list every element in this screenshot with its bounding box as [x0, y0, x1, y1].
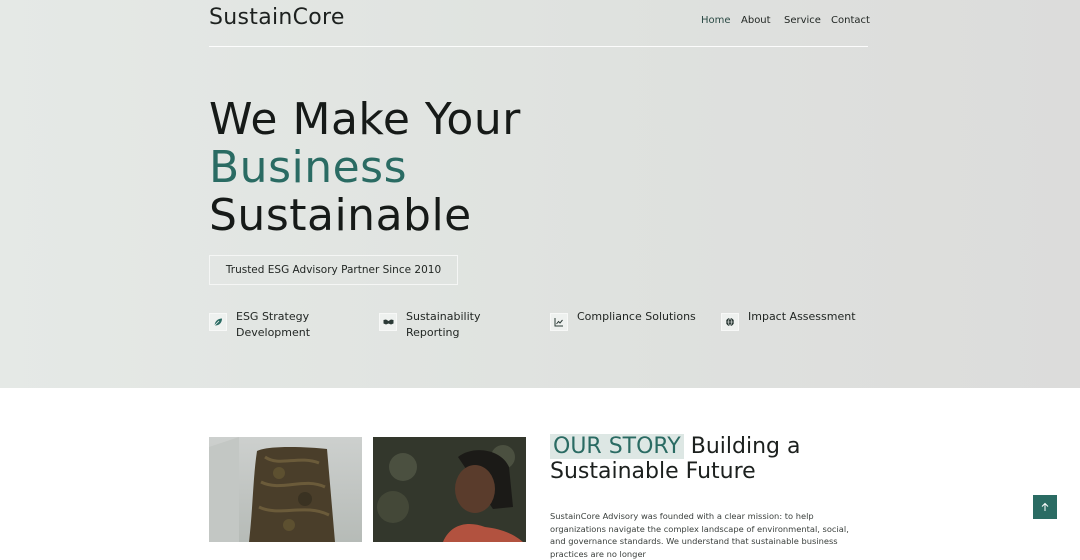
service-compliance-solutions[interactable]: Compliance Solutions [550, 309, 697, 331]
nav-home[interactable]: Home [701, 15, 731, 26]
service-label: Compliance Solutions [577, 310, 696, 323]
handshake-icon [379, 313, 397, 331]
service-esg-strategy[interactable]: ESG Strategy Development [209, 309, 316, 340]
service-label: Impact Assessment [748, 310, 856, 323]
scroll-to-top-button[interactable] [1033, 495, 1057, 519]
nav-service[interactable]: Service [784, 15, 821, 26]
story-title-line-2: Sustainable Future [550, 459, 756, 484]
arrow-up-icon [1041, 502, 1049, 511]
headline-line-3: Sustainable [209, 190, 472, 241]
headline-line-2: Business [209, 142, 408, 193]
story-tag: OUR STORY [550, 434, 684, 459]
brand-logo[interactable]: SustainCore [209, 5, 345, 30]
story-heading: OUR STORY Building a Sustainable Future [550, 434, 800, 484]
globe-icon [721, 313, 739, 331]
service-label: ESG Strategy Development [236, 310, 311, 339]
leaf-icon [209, 313, 227, 331]
headline-line-1: We Make Your [209, 94, 521, 145]
nav-contact[interactable]: Contact [831, 15, 870, 26]
story-title-rest: Building a [683, 434, 801, 459]
story-photo-person [373, 437, 526, 542]
nav-about[interactable]: About [741, 15, 771, 26]
hero-headline: We Make Your Business Sustainable [209, 96, 521, 240]
nav-divider [209, 46, 868, 47]
service-sustainability-reporting[interactable]: Sustainability Reporting [379, 309, 486, 340]
service-label: Sustainability Reporting [406, 310, 481, 339]
story-photo-plant-wall [209, 437, 362, 542]
trust-badge: Trusted ESG Advisory Partner Since 2010 [209, 255, 458, 285]
chart-line-icon [550, 313, 568, 331]
service-impact-assessment[interactable]: Impact Assessment [721, 309, 868, 331]
story-body: SustainCore Advisory was founded with a … [550, 511, 849, 559]
hero-section: SustainCore Home About Service Contact W… [0, 0, 1080, 388]
